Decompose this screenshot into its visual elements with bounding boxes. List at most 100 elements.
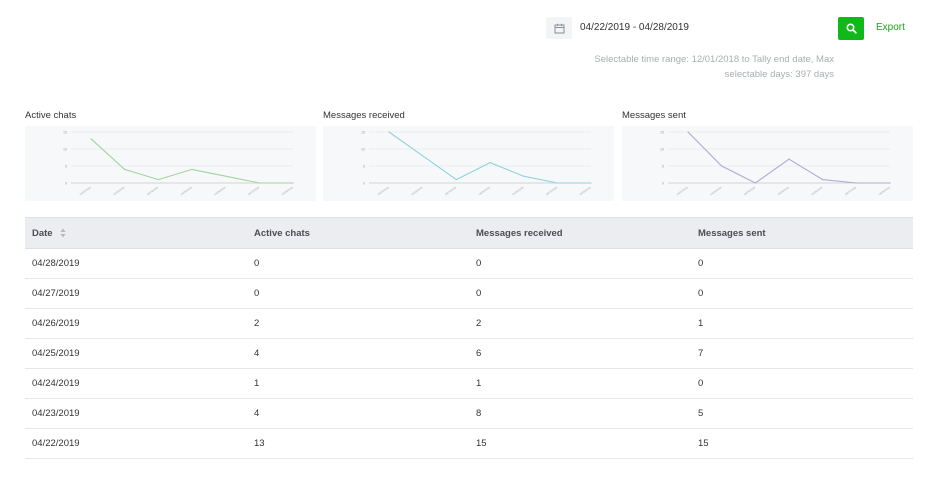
date-cell: 04/23/2019 <box>25 398 247 429</box>
x-tick-label: 04/28/2019 <box>281 185 294 196</box>
y-tick-label: 15 <box>361 131 365 135</box>
date-cell: 04/24/2019 <box>25 368 247 399</box>
date-cell: 04/22/2019 <box>25 428 247 459</box>
y-tick-label: 15 <box>660 131 664 135</box>
x-tick-label: 04/25/2019 <box>478 185 491 196</box>
active-chats-cell: 1 <box>247 368 469 399</box>
data-point <box>822 179 824 181</box>
chart-title: Active chats <box>25 110 77 121</box>
messages-sent-cell: 1 <box>691 308 913 339</box>
data-point <box>157 179 159 181</box>
x-tick-label: 04/25/2019 <box>180 185 193 196</box>
table-header-row: Date Active chats Messages received Mess… <box>25 217 913 249</box>
data-point <box>90 138 92 140</box>
data-point <box>258 182 260 184</box>
range-note-line2: selectable days: 397 days <box>724 69 834 80</box>
messages-sent-cell: 15 <box>691 428 913 459</box>
active-chats-cell: 0 <box>247 278 469 309</box>
date-column-header[interactable]: Date <box>25 217 247 249</box>
messages-sent-cell: 7 <box>691 338 913 369</box>
x-tick-label: 04/27/2019 <box>247 185 260 196</box>
table-row: 04/28/2019 0 0 0 <box>25 248 913 279</box>
data-point <box>754 182 756 184</box>
chart-svg: 0 5 10 15 04/22/2019 04/23/2019 04/24/2019 04/2… <box>63 131 294 197</box>
x-tick-label: 04/23/2019 <box>410 185 423 196</box>
x-tick-label: 04/27/2019 <box>844 185 857 196</box>
export-link[interactable]: Export <box>876 22 905 33</box>
series-line <box>90 138 293 184</box>
data-point <box>590 182 592 184</box>
chart-svg: 0 5 10 15 04/22/2019 04/23/2019 04/24/2019 04/2… <box>361 131 592 197</box>
y-tick-label: 15 <box>63 131 67 135</box>
table-row: 04/25/2019 4 6 7 <box>25 338 913 369</box>
stats-table: Date Active chats Messages received Mess… <box>25 217 913 459</box>
data-point <box>292 182 294 184</box>
table-row: 04/26/2019 2 2 1 <box>25 308 913 339</box>
y-tick-label: 0 <box>65 182 67 186</box>
data-point <box>556 182 558 184</box>
data-point <box>422 155 424 157</box>
data-point <box>124 168 126 170</box>
sort-icon[interactable] <box>60 228 66 238</box>
chart-title: Messages sent <box>622 110 686 121</box>
x-tick-label: 04/26/2019 <box>213 185 226 196</box>
data-point <box>225 175 227 177</box>
x-tick-label: 04/24/2019 <box>146 185 159 196</box>
search-button[interactable] <box>838 17 864 40</box>
search-icon <box>845 23 857 34</box>
table-row: 04/23/2019 4 8 5 <box>25 398 913 429</box>
date-header-label: Date <box>32 227 53 239</box>
range-note-line1: Selectable time range: 12/01/2018 to Tal… <box>594 54 834 65</box>
messages-received-cell: 2 <box>469 308 691 339</box>
messages-sent-column-header: Messages sent <box>691 217 913 249</box>
y-tick-label: 10 <box>660 148 664 152</box>
chart-area: 0 5 10 15 04/22/2019 04/23/2019 04/24/2019 04/2… <box>25 126 316 201</box>
messages-received-cell: 6 <box>469 338 691 369</box>
messages-received-cell: 0 <box>469 278 691 309</box>
data-point <box>687 131 689 133</box>
calendar-icon <box>554 23 564 33</box>
x-tick-label: 04/24/2019 <box>444 185 457 196</box>
x-tick-label: 04/25/2019 <box>777 185 790 196</box>
active-chats-cell: 13 <box>247 428 469 459</box>
date-range-input[interactable]: 04/22/2019 - 04/28/2019 <box>580 22 689 33</box>
active-chats-column-header: Active chats <box>247 217 469 249</box>
active-chats-cell: 0 <box>247 248 469 279</box>
active-chats-cell: 4 <box>247 338 469 369</box>
chart-area: 0 5 10 15 04/22/2019 04/23/2019 04/24/2019 04/2… <box>622 126 913 201</box>
messages-received-chart: Messages received 0 5 10 15 04/22/2019 04/23/… <box>323 110 614 201</box>
active-chats-cell: 2 <box>247 308 469 339</box>
data-point <box>889 182 891 184</box>
series-line <box>687 131 890 184</box>
x-tick-label: 04/22/2019 <box>79 185 92 196</box>
range-note: Selectable time range: 12/01/2018 to Tal… <box>534 52 834 82</box>
messages-sent-chart: Messages sent 0 5 10 15 04/22/2019 04/23/2019… <box>622 110 913 201</box>
chart-area: 0 5 10 15 04/22/2019 04/23/2019 04/24/2019 04/2… <box>323 126 614 201</box>
data-point <box>788 158 790 160</box>
messages-sent-cell: 0 <box>691 368 913 399</box>
x-tick-label: 04/27/2019 <box>545 185 558 196</box>
x-tick-label: 04/23/2019 <box>709 185 722 196</box>
data-point <box>388 131 390 133</box>
table-row: 04/27/2019 0 0 0 <box>25 278 913 309</box>
x-tick-label: 04/26/2019 <box>511 185 524 196</box>
table-row: 04/24/2019 1 1 0 <box>25 368 913 399</box>
x-tick-label: 04/26/2019 <box>810 185 823 196</box>
x-tick-label: 04/23/2019 <box>112 185 125 196</box>
messages-received-cell: 8 <box>469 398 691 429</box>
data-point <box>523 175 525 177</box>
messages-sent-cell: 0 <box>691 278 913 309</box>
y-tick-label: 0 <box>662 182 664 186</box>
messages-sent-cell: 5 <box>691 398 913 429</box>
x-tick-label: 04/24/2019 <box>743 185 756 196</box>
y-tick-label: 5 <box>662 165 664 169</box>
chart-svg: 0 5 10 15 04/22/2019 04/23/2019 04/24/2019 04/2… <box>660 131 891 197</box>
date-cell: 04/25/2019 <box>25 338 247 369</box>
toolbar: 04/22/2019 - 04/28/2019 Export Selectabl… <box>0 0 928 90</box>
date-cell: 04/27/2019 <box>25 278 247 309</box>
x-tick-label: 04/28/2019 <box>579 185 592 196</box>
data-point <box>855 182 857 184</box>
calendar-button[interactable] <box>546 17 572 39</box>
data-point <box>191 168 193 170</box>
active-chats-chart: Active chats 0 5 10 15 04/22/2019 04/23/2019 0… <box>25 110 316 201</box>
